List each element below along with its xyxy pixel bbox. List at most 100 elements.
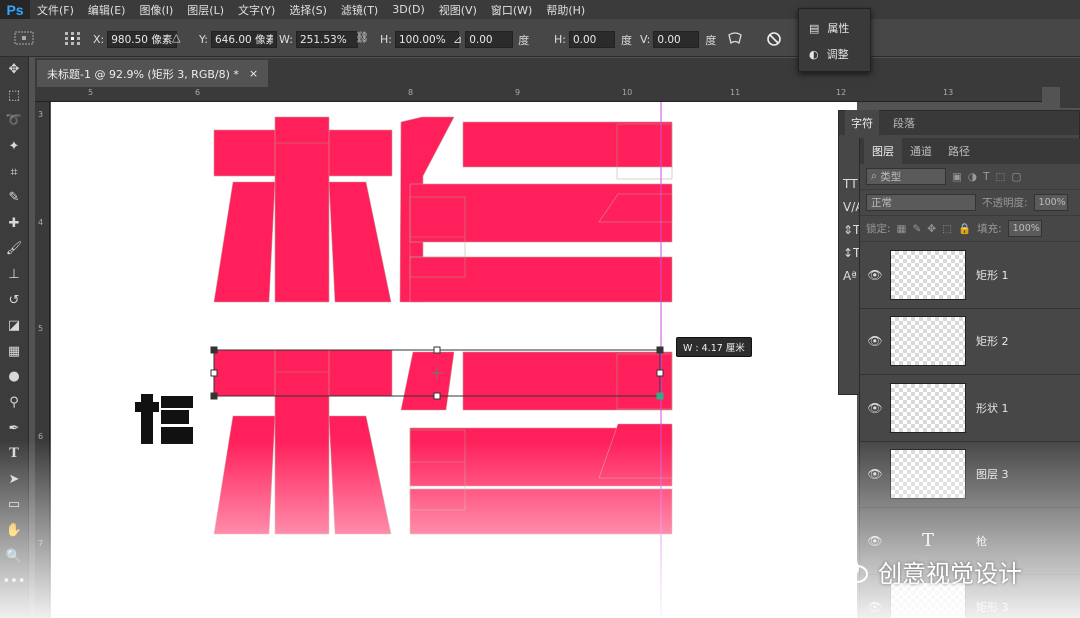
menu-image[interactable]: 图像(I) bbox=[132, 2, 180, 18]
menu-filter[interactable]: 滤镜(T) bbox=[334, 2, 385, 18]
dodge-tool-icon[interactable]: ⚲ bbox=[0, 390, 28, 416]
move-tool-icon[interactable]: ✥ bbox=[0, 57, 28, 83]
transform-icon[interactable] bbox=[14, 31, 34, 45]
menu-select[interactable]: 选择(S) bbox=[282, 2, 334, 18]
healing-brush-icon[interactable]: ✚ bbox=[0, 211, 28, 237]
stamp-tool-icon[interactable]: ⊥ bbox=[0, 262, 28, 288]
cancel-transform-icon[interactable] bbox=[766, 31, 782, 47]
blend-mode-select[interactable]: 正常 bbox=[866, 194, 976, 211]
glyph-top bbox=[213, 116, 673, 303]
h-input[interactable] bbox=[394, 31, 459, 48]
filter-pixel-icon[interactable]: ▣ bbox=[952, 171, 962, 183]
wechat-icon bbox=[832, 556, 870, 586]
warp-icon[interactable] bbox=[727, 31, 743, 47]
link-icon[interactable]: ⛓ bbox=[355, 31, 369, 44]
magic-wand-icon[interactable]: ✦ bbox=[0, 134, 28, 160]
visibility-eye-icon[interactable]: 👁 bbox=[860, 401, 890, 415]
properties-icon: ▤ bbox=[809, 21, 820, 35]
close-tab-icon[interactable]: × bbox=[249, 67, 258, 80]
more-tools-icon[interactable]: ••• bbox=[0, 569, 28, 595]
tab-character[interactable]: 字符 bbox=[845, 110, 879, 136]
tab-paths[interactable]: 路径 bbox=[940, 137, 978, 165]
lasso-tool-icon[interactable]: ➰ bbox=[0, 108, 28, 134]
menu-layer[interactable]: 图层(L) bbox=[180, 2, 231, 18]
type-tool-icon[interactable]: T bbox=[0, 441, 28, 467]
brush-tool-icon[interactable]: 🖌 bbox=[0, 236, 28, 262]
visibility-eye-icon[interactable]: 👁 bbox=[860, 600, 890, 614]
vskew-label: V: bbox=[640, 33, 651, 46]
fill-input[interactable]: 100% bbox=[1007, 220, 1042, 237]
vskew-input[interactable] bbox=[653, 31, 700, 48]
layer-thumbnail bbox=[890, 249, 966, 300]
hskew-input[interactable] bbox=[568, 31, 615, 48]
menu-file[interactable]: 文件(F) bbox=[30, 2, 81, 18]
tab-channels[interactable]: 通道 bbox=[902, 137, 940, 165]
lock-artboard-icon[interactable]: ⬚ bbox=[942, 223, 952, 235]
ruler-number: 5 bbox=[88, 88, 94, 97]
path-select-icon[interactable]: ➤ bbox=[0, 467, 28, 493]
properties-item[interactable]: ▤ 属性 bbox=[799, 15, 870, 41]
delta-icon[interactable]: △ bbox=[172, 31, 180, 44]
eraser-tool-icon[interactable]: ◪ bbox=[0, 313, 28, 339]
lock-position-icon[interactable]: ✥ bbox=[927, 223, 936, 235]
layer-item[interactable]: 👁 形状 1 bbox=[860, 375, 1080, 442]
menu-type[interactable]: 文字(Y) bbox=[231, 2, 282, 18]
lock-transparent-icon[interactable]: ▦ bbox=[897, 223, 907, 235]
tab-paragraph[interactable]: 段落 bbox=[893, 115, 915, 131]
vertical-ruler[interactable]: 3 4 5 6 7 bbox=[35, 102, 50, 618]
search-icon: ⌕ bbox=[871, 170, 877, 182]
menu-help[interactable]: 帮助(H) bbox=[539, 2, 592, 18]
lock-all-icon[interactable]: 🔒 bbox=[958, 222, 971, 235]
layers-panel: 图层 通道 路径 ⌕ 类型 ▣ ◑ T ⬚ ▢ 正常 不透明度: 100% 锁定… bbox=[859, 137, 1080, 618]
pen-tool-icon[interactable]: ✒ bbox=[0, 415, 28, 441]
document-tab-bar: 未标题-1 @ 92.9% (矩形 3, RGB/8) * × bbox=[35, 58, 1060, 87]
visibility-eye-icon[interactable]: 👁 bbox=[860, 534, 890, 548]
menu-view[interactable]: 视图(V) bbox=[432, 2, 484, 18]
adjustments-item[interactable]: ◐ 调整 bbox=[799, 41, 870, 67]
lock-pixels-icon[interactable]: ✎ bbox=[912, 223, 921, 235]
visibility-eye-icon[interactable]: 👁 bbox=[860, 268, 890, 282]
document-tab[interactable]: 未标题-1 @ 92.9% (矩形 3, RGB/8) * × bbox=[37, 60, 269, 87]
visibility-eye-icon[interactable]: 👁 bbox=[860, 334, 890, 348]
visibility-eye-icon[interactable]: 👁 bbox=[860, 467, 890, 481]
adjustments-icon: ◐ bbox=[809, 47, 819, 61]
marquee-tool-icon[interactable]: ⬚ bbox=[0, 83, 28, 109]
vskew-unit: 度 bbox=[705, 33, 717, 47]
opacity-input[interactable]: 100% bbox=[1033, 194, 1068, 211]
ruler-number: 12 bbox=[836, 88, 847, 97]
filter-smart-icon[interactable]: ▢ bbox=[1011, 171, 1021, 183]
crop-tool-icon[interactable]: ⌗ bbox=[0, 159, 28, 185]
x-input[interactable] bbox=[107, 31, 178, 48]
history-brush-icon[interactable]: ↺ bbox=[0, 287, 28, 313]
zoom-tool-icon[interactable]: 🔍 bbox=[0, 543, 28, 569]
menu-bar: Ps 文件(F) 编辑(E) 图像(I) 图层(L) 文字(Y) 选择(S) 滤… bbox=[0, 0, 1080, 19]
eyedropper-icon[interactable]: ✎ bbox=[0, 185, 28, 211]
filter-adjust-icon[interactable]: ◑ bbox=[968, 171, 977, 183]
layer-name: 形状 1 bbox=[976, 401, 1009, 415]
rectangle-tool-icon[interactable]: ▭ bbox=[0, 492, 28, 518]
menu-edit[interactable]: 编辑(E) bbox=[81, 2, 133, 18]
layer-item[interactable]: 👁 图层 3 bbox=[860, 442, 1080, 508]
tab-layers[interactable]: 图层 bbox=[864, 137, 902, 165]
filter-kind-select[interactable]: ⌕ 类型 bbox=[866, 168, 946, 185]
layer-item[interactable]: 👁 矩形 2 bbox=[860, 309, 1080, 375]
menu-window[interactable]: 窗口(W) bbox=[484, 2, 539, 18]
filter-type-icon[interactable]: T bbox=[983, 171, 989, 183]
reference-point-icon[interactable] bbox=[64, 31, 82, 47]
layer-item[interactable]: 👁 矩形 1 bbox=[860, 242, 1080, 309]
ruler-number: 9 bbox=[515, 88, 521, 97]
y-input[interactable] bbox=[210, 31, 277, 48]
w-input[interactable] bbox=[295, 31, 358, 48]
lock-label: 锁定: bbox=[866, 223, 891, 235]
blur-tool-icon[interactable]: ● bbox=[0, 364, 28, 390]
menu-3d[interactable]: 3D(D) bbox=[385, 3, 432, 16]
hand-tool-icon[interactable]: ✋ bbox=[0, 518, 28, 544]
filter-shape-icon[interactable]: ⬚ bbox=[996, 171, 1006, 183]
angle-input[interactable] bbox=[465, 31, 514, 48]
layer-thumbnail bbox=[890, 449, 966, 500]
horizontal-ruler[interactable]: 5 6 8 9 10 11 12 13 bbox=[35, 87, 1042, 102]
ruler-number: 11 bbox=[730, 88, 741, 97]
ruler-number: 5 bbox=[38, 324, 44, 333]
gradient-tool-icon[interactable]: ▦ bbox=[0, 339, 28, 365]
document-canvas[interactable] bbox=[51, 102, 857, 618]
